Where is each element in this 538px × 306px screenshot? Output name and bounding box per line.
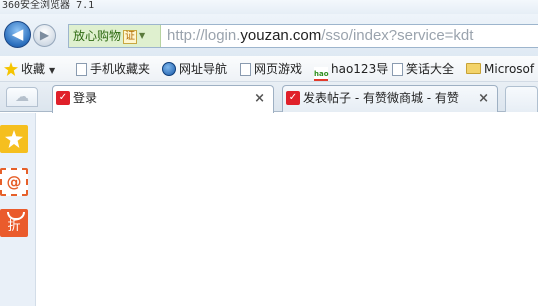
url-prefix: http://login.	[167, 27, 241, 44]
cloud-icon[interactable]: ☁	[6, 87, 38, 107]
bookmarks-menu[interactable]: 收藏 ▼	[4, 56, 55, 82]
chevron-down-icon: ▼	[139, 31, 146, 40]
new-tab-button[interactable]	[505, 86, 538, 112]
discount-button[interactable]: 折	[0, 209, 28, 237]
sidebar: @ 折	[0, 113, 36, 306]
back-button[interactable]: ◀	[4, 21, 31, 48]
navigation-bar: ◀ ▶ 放心购物证 ▼ http://login.youzan.com/sso/i…	[0, 14, 538, 56]
favorite-item[interactable]: hao hao123导	[314, 56, 388, 82]
tab-title: 发表帖子 - 有赞微商城 - 有赞	[303, 91, 459, 105]
close-icon[interactable]: ×	[478, 86, 489, 111]
favorite-item[interactable]: 网页游戏	[240, 56, 302, 82]
youzan-favicon-icon: ✓	[56, 91, 70, 105]
url-domain: youzan.com	[240, 27, 322, 44]
favorite-item-label: 网址导航	[179, 62, 228, 76]
tab-post[interactable]: ✓ 发表帖子 - 有赞微商城 - 有赞 ×	[282, 85, 498, 112]
safe-shopping-badge[interactable]: 放心购物证 ▼	[69, 25, 161, 47]
bookmarks-label: 收藏	[21, 62, 46, 76]
tab-bar: ☁ ✓ 登录 × ✓ 发表帖子 - 有赞微商城 - 有赞 ×	[0, 82, 538, 113]
star-icon	[4, 62, 18, 76]
favorite-item[interactable]: 网址导航	[162, 56, 227, 82]
favorite-item-label: hao123导	[331, 62, 389, 76]
favorite-item-label: 笑话大全	[406, 62, 455, 76]
certificate-icon: 证	[123, 30, 138, 44]
tab-title: 登录	[73, 91, 98, 105]
folder-icon	[466, 63, 481, 74]
close-icon[interactable]: ×	[254, 86, 265, 111]
safe-shopping-label: 放心购物	[73, 29, 122, 43]
favorite-item[interactable]: Microsof	[466, 56, 534, 82]
document-icon	[240, 63, 251, 76]
url-text[interactable]: http://login.youzan.com/sso/index?servic…	[167, 25, 473, 47]
address-bar[interactable]: 放心购物证 ▼ http://login.youzan.com/sso/index…	[68, 24, 538, 48]
page-content	[37, 113, 538, 306]
globe-icon	[162, 62, 176, 76]
tab-login[interactable]: ✓ 登录 ×	[52, 85, 274, 113]
mail-button[interactable]: @	[0, 168, 28, 196]
hao123-icon: hao	[314, 67, 329, 81]
favorite-item-label: 网页游戏	[254, 62, 303, 76]
star-icon	[5, 130, 23, 148]
favorite-item-label: 手机收藏夹	[90, 62, 151, 76]
document-icon	[392, 63, 403, 76]
chevron-down-icon: ▼	[49, 66, 56, 75]
favorite-item[interactable]: 手机收藏夹	[76, 56, 150, 82]
document-icon	[76, 63, 87, 76]
favorites-star-button[interactable]	[0, 125, 28, 153]
window-title: 360安全浏览器 7.1	[0, 0, 538, 14]
favorite-item[interactable]: 笑话大全	[392, 56, 454, 82]
favorite-item-label: Microsof	[484, 62, 535, 76]
forward-button[interactable]: ▶	[33, 24, 56, 47]
youzan-favicon-icon: ✓	[286, 91, 300, 105]
favorites-bar: 收藏 ▼ 手机收藏夹 网址导航 网页游戏 hao hao123导 笑话大全 Micr…	[0, 56, 538, 82]
url-path: /sso/index?service=kdt	[321, 27, 474, 44]
